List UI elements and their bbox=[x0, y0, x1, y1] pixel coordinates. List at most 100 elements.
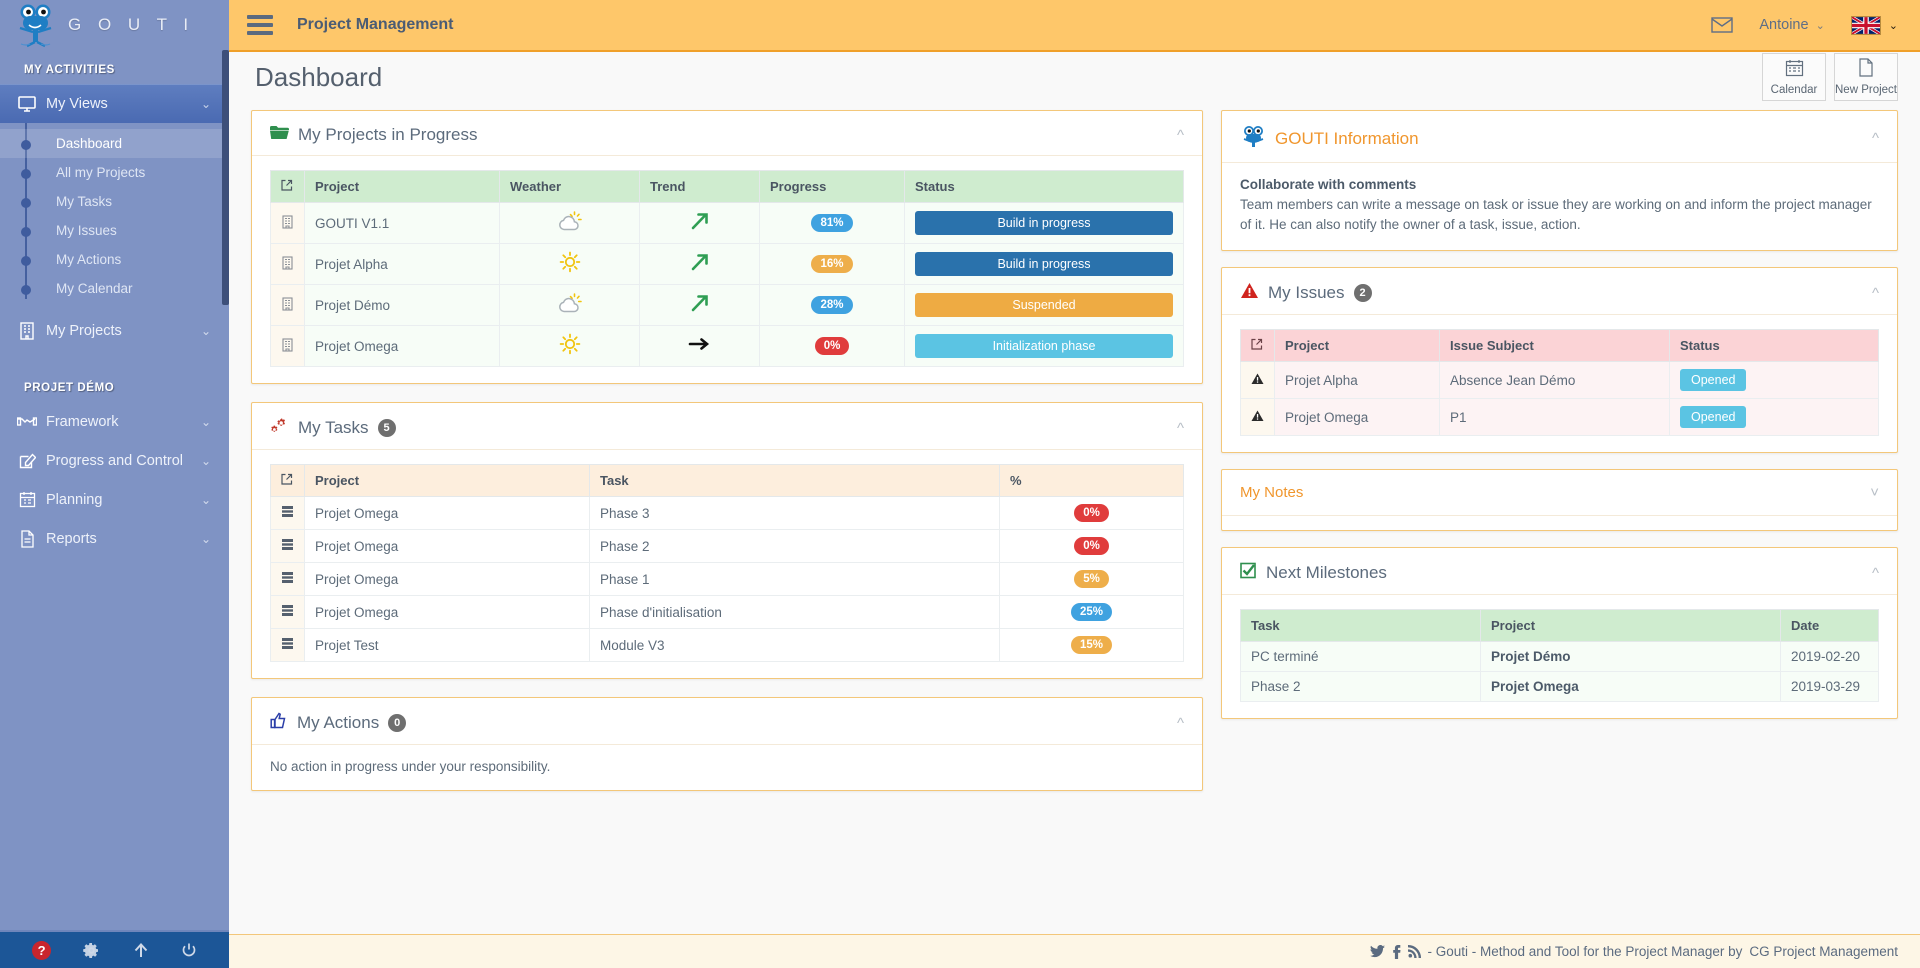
rss-icon[interactable] bbox=[1407, 945, 1421, 958]
sidebar-item-progress-and-control[interactable]: Progress and Control ⌄ bbox=[0, 441, 229, 480]
panel-title: My Projects in Progress bbox=[270, 125, 478, 145]
table-row[interactable]: GOUTI V1.1 81% Build in progress bbox=[270, 202, 1184, 244]
cell-project: Projet Omega bbox=[304, 496, 590, 530]
table-row[interactable]: Projet Omega P1 Opened bbox=[1240, 398, 1879, 437]
arrow-up-icon[interactable] bbox=[133, 942, 149, 959]
chevron-down-icon[interactable]: ˅ bbox=[1870, 485, 1879, 500]
sidebar-item-my-calendar[interactable]: My Calendar bbox=[0, 274, 229, 303]
uk-flag-icon bbox=[1850, 15, 1881, 35]
sidebar-item-my-actions[interactable]: My Actions bbox=[0, 245, 229, 274]
table-row[interactable]: Phase 2 Projet Omega 2019-03-29 bbox=[1240, 671, 1879, 703]
chevron-up-icon[interactable]: ^ bbox=[1872, 131, 1879, 146]
col-open-icon bbox=[270, 464, 305, 497]
new-project-button[interactable]: New Project bbox=[1834, 53, 1898, 101]
table-row[interactable]: Projet Alpha Absence Jean Démo Opened bbox=[1240, 361, 1879, 400]
table-row[interactable]: Projet Démo 28% Suspended bbox=[270, 284, 1184, 326]
cell-project: Projet Démo bbox=[1480, 641, 1781, 673]
chevron-up-icon[interactable]: ^ bbox=[1177, 716, 1184, 731]
milestones-table-body: PC terminé Projet Démo 2019-02-20 Phase … bbox=[1240, 641, 1879, 703]
gouti-mascot-icon bbox=[14, 3, 58, 49]
row-project-icon[interactable] bbox=[270, 284, 305, 326]
table-row[interactable]: Projet Omega Phase 2 0% bbox=[270, 529, 1184, 563]
twitter-icon[interactable] bbox=[1369, 945, 1385, 958]
user-menu[interactable]: Antoine ⌄ bbox=[1759, 17, 1824, 33]
cell-progress: 28% bbox=[759, 284, 905, 326]
sidebar-item-my-views[interactable]: My Views ⌄ bbox=[0, 84, 229, 123]
status-bar: Build in progress bbox=[915, 252, 1173, 276]
chevron-down-icon[interactable]: ⌄ bbox=[201, 97, 211, 111]
table-row[interactable]: Projet Omega Phase 1 5% bbox=[270, 562, 1184, 596]
panel-next-milestones: Next Milestones ^ Task Project Date PC t… bbox=[1221, 547, 1898, 720]
facebook-icon[interactable] bbox=[1392, 944, 1401, 959]
sidebar-sublist-my-views: Dashboard All my Projects My Tasks My Is… bbox=[0, 123, 229, 311]
external-link-icon[interactable] bbox=[281, 473, 293, 488]
edit-square-icon bbox=[14, 452, 40, 469]
sidebar-section-project: PROJET DÉMO bbox=[24, 382, 115, 394]
sidebar-scrollbar[interactable] bbox=[222, 50, 229, 305]
trend-up-icon bbox=[688, 295, 712, 319]
table-row[interactable]: Projet Alpha 16% Build in progress bbox=[270, 243, 1184, 285]
sidebar-item-framework[interactable]: Framework ⌄ bbox=[0, 402, 229, 441]
row-task-icon[interactable] bbox=[270, 562, 305, 596]
table-header-row: Task Project Date bbox=[1240, 609, 1879, 643]
panel-body: No action in progress under your respons… bbox=[252, 745, 1202, 790]
chevron-down-icon[interactable]: ⌄ bbox=[201, 493, 211, 507]
row-warning-icon[interactable] bbox=[1240, 398, 1275, 437]
chevron-down-icon[interactable]: ⌄ bbox=[201, 324, 211, 338]
row-task-icon[interactable] bbox=[270, 529, 305, 563]
external-link-icon[interactable] bbox=[281, 179, 293, 194]
row-task-icon[interactable] bbox=[270, 595, 305, 629]
table-row[interactable]: Projet Omega Phase 3 0% bbox=[270, 496, 1184, 530]
chevron-down-icon[interactable]: ⌄ bbox=[201, 532, 211, 546]
status-bar: Suspended bbox=[915, 293, 1173, 317]
row-project-icon[interactable] bbox=[270, 202, 305, 244]
row-task-icon[interactable] bbox=[270, 496, 305, 530]
external-link-icon[interactable] bbox=[1251, 338, 1263, 353]
checkbox-checked-icon bbox=[1240, 562, 1257, 584]
row-project-icon[interactable] bbox=[270, 325, 305, 367]
chevron-down-icon[interactable]: ⌄ bbox=[201, 415, 211, 429]
cell-trend bbox=[639, 243, 760, 285]
cell-date: 2019-02-20 bbox=[1780, 641, 1879, 673]
row-warning-icon[interactable] bbox=[1240, 361, 1275, 400]
sidebar-item-my-issues[interactable]: My Issues bbox=[0, 216, 229, 245]
row-project-icon[interactable] bbox=[270, 243, 305, 285]
language-selector[interactable]: ⌄ bbox=[1850, 15, 1898, 35]
sidebar-item-planning[interactable]: Planning ⌄ bbox=[0, 480, 229, 519]
panel-body: Project Weather Trend Progress Status GO… bbox=[252, 156, 1202, 383]
percent-badge: 25% bbox=[1070, 603, 1113, 621]
envelope-icon[interactable] bbox=[1711, 17, 1734, 33]
chevron-up-icon[interactable]: ^ bbox=[1872, 566, 1879, 581]
table-row[interactable]: Projet Omega Phase d'initialisation 25% bbox=[270, 595, 1184, 629]
sidebar-item-reports[interactable]: Reports ⌄ bbox=[0, 519, 229, 558]
table-row[interactable]: PC terminé Projet Démo 2019-02-20 bbox=[1240, 641, 1879, 673]
sidebar-item-label: Planning bbox=[46, 491, 103, 508]
col-weather: Weather bbox=[499, 170, 640, 203]
cell-weather bbox=[499, 284, 640, 326]
chevron-down-icon[interactable]: ⌄ bbox=[201, 454, 211, 468]
sidebar-item-my-projects[interactable]: My Projects ⌄ bbox=[0, 311, 229, 350]
panel-title-text: My Tasks bbox=[298, 418, 369, 437]
gear-icon[interactable] bbox=[83, 942, 100, 959]
table-row[interactable]: Projet Test Module V3 15% bbox=[270, 628, 1184, 662]
chevron-up-icon[interactable]: ^ bbox=[1872, 286, 1879, 301]
sidebar-group-my-views: My Views ⌄ Dashboard All my Projects My … bbox=[0, 84, 229, 311]
cell-progress: 0% bbox=[759, 325, 905, 367]
cell-project: Projet Test bbox=[304, 628, 590, 662]
footer-link[interactable]: CG Project Management bbox=[1749, 944, 1898, 959]
row-task-icon[interactable] bbox=[270, 628, 305, 662]
calendar-button[interactable]: Calendar bbox=[1762, 53, 1826, 101]
sidebar-subitem-label: All my Projects bbox=[56, 165, 146, 180]
sidebar-item-dashboard[interactable]: Dashboard bbox=[0, 129, 229, 158]
table-row[interactable]: Projet Omega 0% Initialization phase bbox=[270, 325, 1184, 367]
chevron-up-icon[interactable]: ^ bbox=[1177, 128, 1184, 143]
brand[interactable]: G O U T I bbox=[0, 0, 229, 50]
power-icon[interactable] bbox=[181, 942, 197, 959]
col-status: Status bbox=[1669, 329, 1879, 363]
open-folder-icon bbox=[270, 125, 289, 145]
hamburger-icon[interactable] bbox=[247, 15, 273, 35]
help-icon[interactable]: ? bbox=[32, 940, 52, 960]
sidebar-item-all-my-projects[interactable]: All my Projects bbox=[0, 158, 229, 187]
sidebar-item-my-tasks[interactable]: My Tasks bbox=[0, 187, 229, 216]
chevron-up-icon[interactable]: ^ bbox=[1177, 421, 1184, 436]
